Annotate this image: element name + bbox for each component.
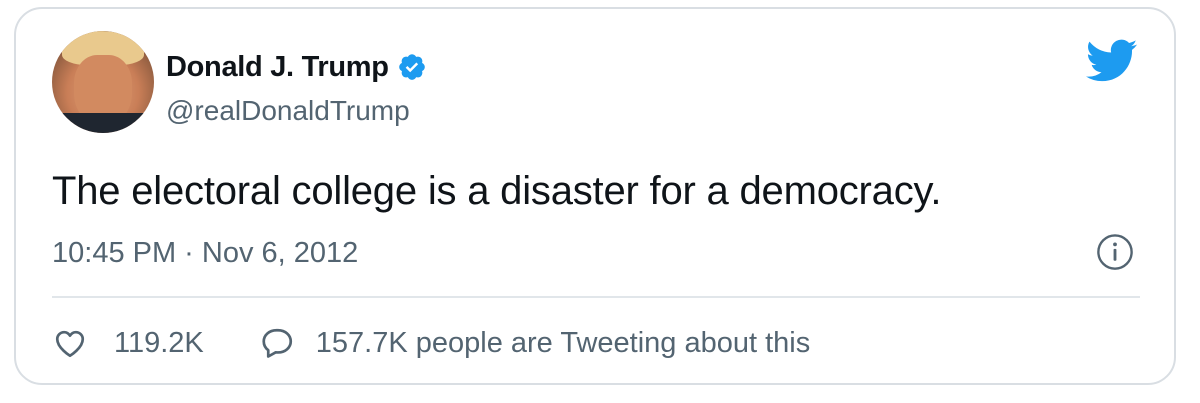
author-display-name[interactable]: Donald J. Trump xyxy=(166,51,389,84)
author-name-row[interactable]: Donald J. Trump xyxy=(166,47,427,87)
info-icon[interactable] xyxy=(1096,233,1134,271)
verified-badge-icon xyxy=(398,54,425,80)
speech-bubble-icon xyxy=(262,328,292,358)
tweeting-about-link[interactable]: 157.7K people are Tweeting about this xyxy=(260,325,810,361)
twitter-bird-icon[interactable] xyxy=(1086,39,1138,83)
heart-icon xyxy=(55,330,85,358)
divider xyxy=(52,296,1140,298)
tweet-text: The electoral college is a disaster for … xyxy=(52,169,942,213)
like-count: 119.2K xyxy=(114,326,204,359)
author-handle[interactable]: @realDonaldTrump xyxy=(166,95,410,127)
tweet-card[interactable]: Donald J. Trump @realDonaldTrump The ele… xyxy=(14,7,1176,385)
tweet-timestamp[interactable]: 10:45 PM · Nov 6, 2012 xyxy=(52,237,358,270)
tweet-actions: 119.2K 157.7K people are Tweeting about … xyxy=(52,323,810,363)
like-button[interactable]: 119.2K xyxy=(52,325,204,361)
tweeting-about-text: 157.7K people are Tweeting about this xyxy=(315,326,811,359)
avatar[interactable] xyxy=(52,31,154,133)
avatar-suit xyxy=(52,113,154,133)
